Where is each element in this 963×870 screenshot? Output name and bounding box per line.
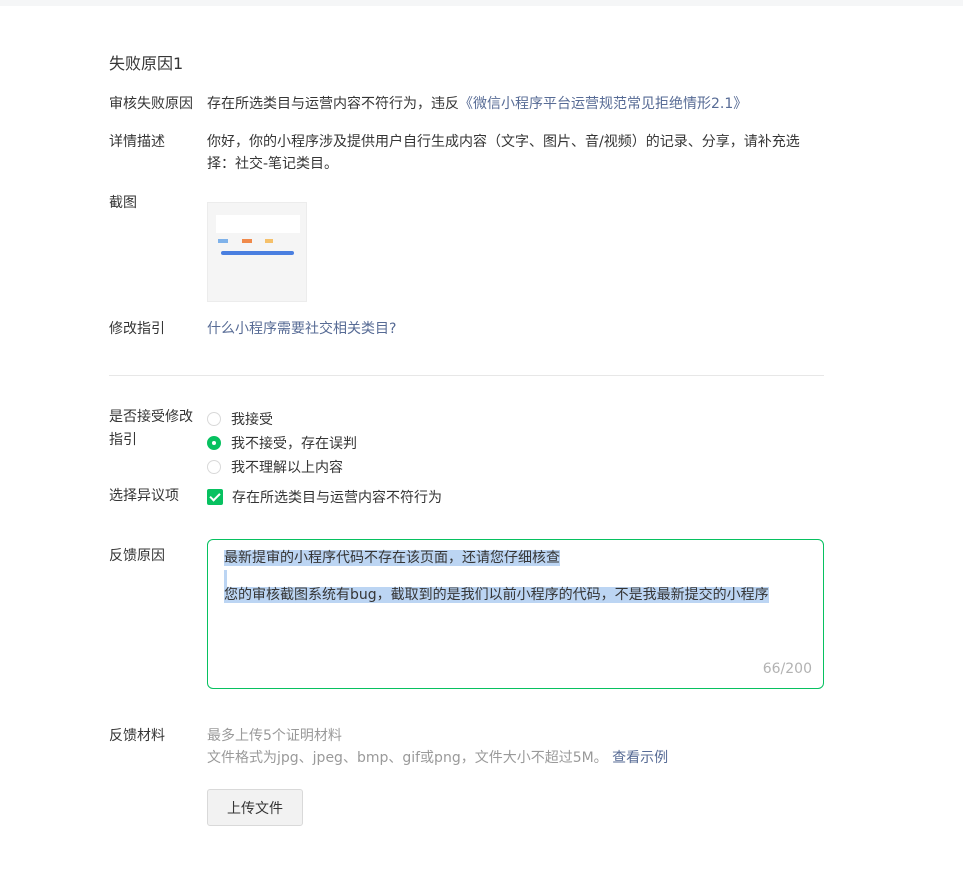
feedback-line-2 xyxy=(224,569,227,587)
guide-label: 修改指引 xyxy=(109,321,165,337)
materials-hint-1: 最多上传5个证明材料 xyxy=(207,728,342,744)
screenshot-thumbnail[interactable] xyxy=(207,202,307,302)
char-counter: 66/200 xyxy=(762,661,812,677)
materials-hint-2-row: 文件格式为jpg、jpeg、bmp、gif或png，文件大小不超过5M。 查看示… xyxy=(207,747,668,769)
objection-checkbox[interactable] xyxy=(207,489,223,505)
thumb-chip-blue xyxy=(218,239,228,243)
feedback-line-3: 您的审核截图系统有bug，截取到的是我们以前小程序的代码，不是我最新提交的小程序 xyxy=(224,587,769,603)
accept-label-line-1: 是否接受修改 xyxy=(109,409,193,425)
upload-button[interactable]: 上传文件 xyxy=(207,789,303,826)
feedback-textarea[interactable]: 最新提审的小程序代码不存在该页面，还请您仔细核查 您的审核截图系统有bug，截取… xyxy=(207,539,824,689)
reason-value: 存在所选类目与运营内容不符行为，违反《微信小程序平台运营规范常见拒绝情形2.1》 xyxy=(207,93,747,115)
thumb-card xyxy=(216,215,300,233)
objection-label: 选择异议项 xyxy=(109,488,179,504)
radio-reject-label: 我不接受，存在误判 xyxy=(231,436,357,452)
thumb-chip-yellow xyxy=(265,239,273,243)
materials-label: 反馈材料 xyxy=(109,728,165,744)
top-bar xyxy=(0,0,963,6)
radio-reject-circle[interactable] xyxy=(207,436,221,450)
radio-not-understand[interactable]: 我不理解以上内容 xyxy=(207,456,343,478)
radio-accept-label: 我接受 xyxy=(231,412,273,428)
objection-option-label: 存在所选类目与运营内容不符行为 xyxy=(232,490,442,506)
example-link[interactable]: 查看示例 xyxy=(612,750,668,766)
detail-line-2: 择：社交-笔记类目。 xyxy=(207,156,339,172)
radio-accept-circle[interactable] xyxy=(207,412,221,426)
accept-label-line-2: 指引 xyxy=(109,432,137,448)
rule-link[interactable]: 《微信小程序平台运营规范常见拒绝情形2.1》 xyxy=(459,96,747,112)
radio-reject[interactable]: 我不接受，存在误判 xyxy=(207,432,357,454)
guide-link[interactable]: 什么小程序需要社交相关类目? xyxy=(207,318,396,340)
radio-not-understand-label: 我不理解以上内容 xyxy=(231,460,343,476)
reason-text: 存在所选类目与运营内容不符行为，违反 xyxy=(207,96,459,112)
feedback-line-1: 最新提审的小程序代码不存在该页面，还请您仔细核查 xyxy=(224,550,560,566)
reason-label: 审核失败原因 xyxy=(109,96,193,112)
detail-label: 详情描述 xyxy=(109,134,165,150)
divider xyxy=(109,375,824,376)
thumb-button xyxy=(221,251,294,255)
materials-hint-2: 文件格式为jpg、jpeg、bmp、gif或png，文件大小不超过5M。 xyxy=(207,750,608,766)
feedback-label: 反馈原因 xyxy=(109,548,165,564)
radio-not-understand-circle[interactable] xyxy=(207,460,221,474)
screenshot-label: 截图 xyxy=(109,195,137,211)
radio-accept[interactable]: 我接受 xyxy=(207,408,273,430)
detail-line-1: 你好，你的小程序涉及提供用户自行生成内容（文字、图片、音/视频）的记录、分享，请… xyxy=(207,134,800,150)
section-title: 失败原因1 xyxy=(109,54,184,73)
thumb-chip-orange xyxy=(242,239,252,243)
objection-checkbox-row[interactable]: 存在所选类目与运营内容不符行为 xyxy=(207,486,442,508)
